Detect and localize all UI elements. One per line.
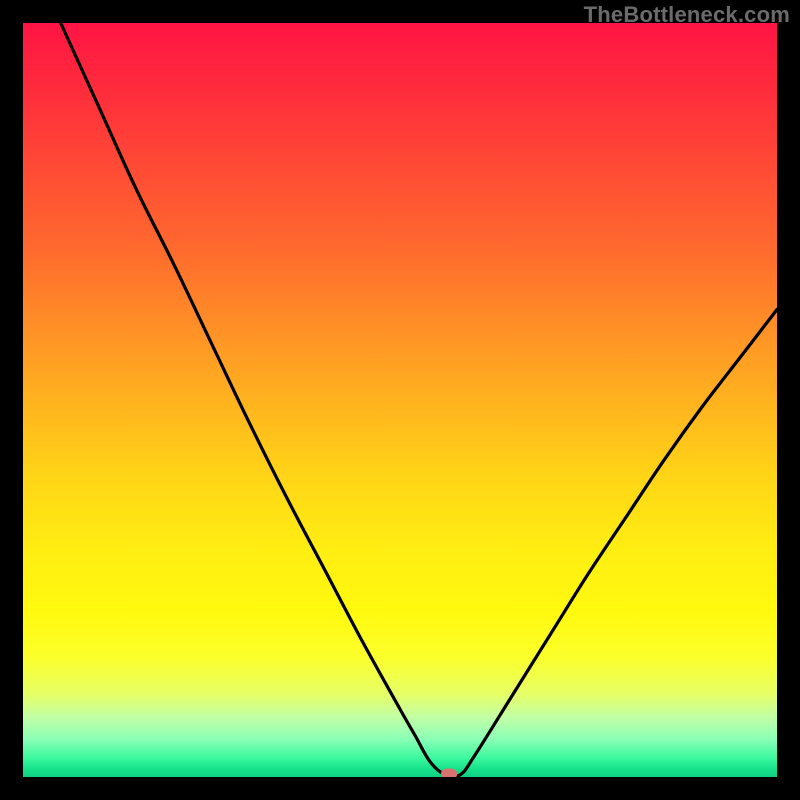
watermark-text: TheBottleneck.com [584,2,790,28]
plot-area [23,23,777,777]
curve-path [61,23,777,777]
chart-frame: TheBottleneck.com [0,0,800,800]
bottleneck-curve [23,23,777,777]
optimal-marker [441,768,457,777]
